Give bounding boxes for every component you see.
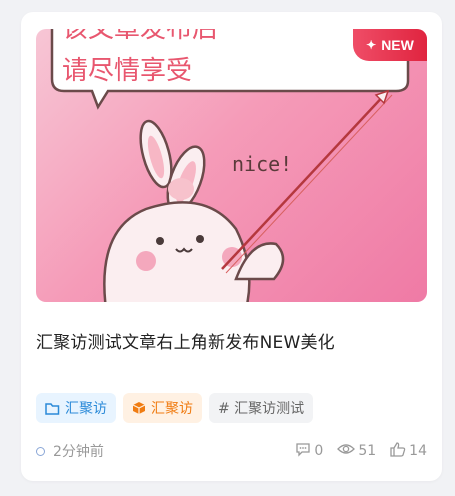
tag-category[interactable]: 汇聚访 bbox=[36, 393, 116, 423]
comment-count-label: 0 bbox=[314, 443, 324, 459]
thumbs-up-icon bbox=[390, 441, 406, 461]
article-card[interactable]: 该文章发布后 请尽情享受 nice! ✦ NEW 汇聚访测试文章右上角新发布NE… bbox=[21, 12, 442, 481]
tag-topic[interactable]: 汇聚访 bbox=[123, 393, 202, 423]
image-text-line2: 请尽情享受 bbox=[62, 56, 192, 86]
article-thumbnail[interactable]: 该文章发布后 请尽情享受 nice! ✦ NEW bbox=[36, 29, 427, 302]
article-title[interactable]: 汇聚访测试文章右上角新发布NEW美化 bbox=[36, 328, 427, 353]
publish-time: 2分钟前 bbox=[36, 441, 104, 461]
tag-list: 汇聚访 汇聚访 # 汇聚访测试 bbox=[36, 393, 314, 423]
folder-icon bbox=[45, 402, 60, 415]
view-count-label: 51 bbox=[358, 443, 377, 459]
new-badge-label: NEW bbox=[381, 37, 414, 53]
tag-topic-label: 汇聚访 bbox=[151, 401, 193, 417]
tag-category-label: 汇聚访 bbox=[65, 401, 107, 417]
image-caption: nice! bbox=[232, 152, 292, 176]
comment-icon bbox=[295, 442, 311, 461]
new-badge: ✦ NEW bbox=[353, 29, 427, 61]
like-count-label: 14 bbox=[409, 443, 427, 459]
box-icon bbox=[132, 401, 146, 415]
eye-icon bbox=[337, 442, 356, 460]
comment-count[interactable]: 0 bbox=[295, 442, 323, 461]
tag-keyword[interactable]: # 汇聚访测试 bbox=[209, 393, 314, 423]
view-count: 51 bbox=[337, 442, 376, 460]
article-stats: 0 51 14 bbox=[295, 441, 427, 461]
publish-time-label: 2分钟前 bbox=[53, 444, 104, 460]
article-meta: 2分钟前 0 51 14 bbox=[36, 440, 427, 462]
image-text-line1: 该文章发布后 bbox=[62, 29, 218, 44]
bunny-illustration: 该文章发布后 请尽情享受 nice! bbox=[50, 29, 410, 302]
sparkle-icon: ✦ bbox=[366, 38, 377, 52]
like-count[interactable]: 14 bbox=[390, 441, 427, 461]
tag-keyword-label: # 汇聚访测试 bbox=[218, 401, 305, 417]
clock-dot-icon bbox=[36, 446, 45, 456]
